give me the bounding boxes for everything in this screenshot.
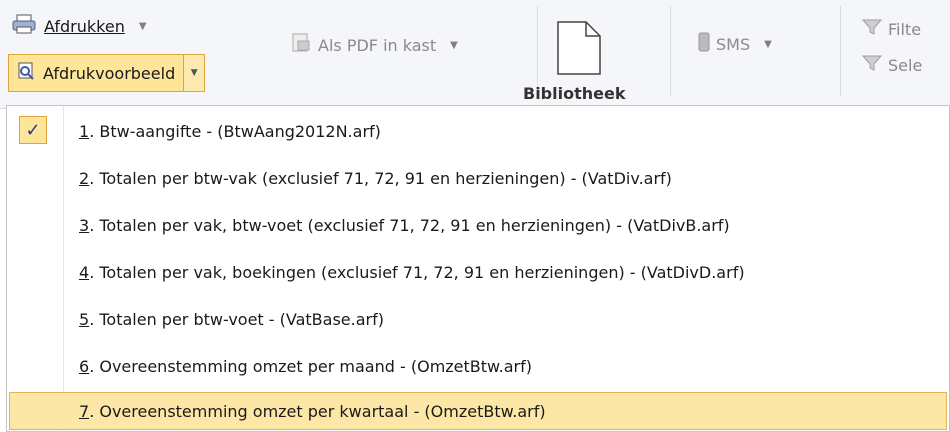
print-preview-button[interactable]: Afdrukvoorbeeld [9,55,183,91]
chevron-down-icon: ▼ [764,38,772,50]
print-preview-label: Afdrukvoorbeeld [43,63,176,83]
menu-item-label: 6. Overeenstemming omzet per maand - (Om… [79,357,532,376]
filter-button[interactable]: Filte [861,18,922,40]
menu-item-number: 2 [79,168,90,188]
sms-button[interactable]: SMS ▼ [698,32,772,56]
printer-icon [12,14,38,38]
menu-item-number: 7 [79,401,90,421]
menu-item-text: . Overeenstemming omzet per kwartaal - (… [89,401,546,421]
menu-item-label: 2. Totalen per btw-vak (exclusief 71, 72… [79,169,672,188]
chevron-down-icon: ▼ [450,39,458,51]
menu-item-text: . Totalen per vak, boekingen (exclusief … [89,262,745,282]
filter-label: Filte [888,19,922,39]
pdf-icon [290,32,312,58]
magnifier-page-icon [17,61,37,85]
menu-item-label: 1. Btw-aangifte - (BtwAang2012N.arf) [79,122,381,141]
menu-item-label: 3. Totalen per vak, btw-voet (exclusief … [79,216,730,235]
library-icon [556,20,602,80]
ribbon-separator [840,6,841,96]
select-label: Sele [888,55,923,75]
menu-item-7[interactable]: 7. Overeenstemming omzet per kwartaal - … [9,392,947,430]
ribbon-separator [670,6,671,96]
menu-item-number: 5 [79,309,90,329]
menu-item-text: . Totalen per btw-voet - (VatBase.arf) [89,309,384,329]
chevron-down-icon[interactable]: ▼ [139,21,147,32]
menu-item-text: . Overeenstemming omzet per maand - (Omz… [89,356,532,376]
sms-label: SMS [716,34,751,54]
print-button[interactable]: Afdrukken ▼ [12,14,147,38]
ribbon-separator [537,6,538,96]
menu-item-1[interactable]: ✓ 1. Btw-aangifte - (BtwAang2012N.arf) [9,108,947,154]
funnel-select-icon [861,54,883,76]
pdf-label: Als PDF in kast [318,35,437,55]
funnel-icon [861,18,883,40]
ribbon: Afdrukken ▼ Afdrukvoorbeeld ▼ Als PDF in… [0,0,950,109]
select-button[interactable]: Sele [861,54,923,76]
menu-item-label: 4. Totalen per vak, boekingen (exclusief… [79,263,745,282]
chevron-down-icon: ▼ [190,68,198,78]
menu-item-text: . Totalen per vak, btw-voet (exclusief 7… [89,215,730,235]
menu-item-text: . Totalen per btw-vak (exclusief 71, 72,… [89,168,672,188]
menu-item-2[interactable]: 2. Totalen per btw-vak (exclusief 71, 72… [9,155,947,201]
check-icon: ✓ [19,116,47,144]
menu-item-label: 7. Overeenstemming omzet per kwartaal - … [79,402,546,421]
menu-item-number: 1 [79,121,90,141]
menu-item-label: 5. Totalen per btw-voet - (VatBase.arf) [79,310,384,329]
pdf-to-cabinet-button[interactable]: Als PDF in kast ▼ [290,32,458,58]
menu-item-5[interactable]: 5. Totalen per btw-voet - (VatBase.arf) [9,296,947,342]
menu-item-number: 6 [79,356,90,376]
menu-item-number: 4 [79,262,90,282]
print-preview-menu: ✓ 1. Btw-aangifte - (BtwAang2012N.arf) 2… [6,105,950,432]
print-preview-dropdown[interactable]: ▼ [183,55,205,91]
menu-item-6[interactable]: 6. Overeenstemming omzet per maand - (Om… [9,343,947,389]
phone-icon [698,32,710,56]
print-label: Afdrukken [44,16,125,36]
print-preview-split-button[interactable]: Afdrukvoorbeeld ▼ [8,54,206,92]
menu-item-text: . Btw-aangifte - (BtwAang2012N.arf) [89,121,381,141]
library-label: Bibliotheek [523,84,626,103]
menu-item-number: 3 [79,215,90,235]
menu-item-3[interactable]: 3. Totalen per vak, btw-voet (exclusief … [9,202,947,248]
menu-item-4[interactable]: 4. Totalen per vak, boekingen (exclusief… [9,249,947,295]
